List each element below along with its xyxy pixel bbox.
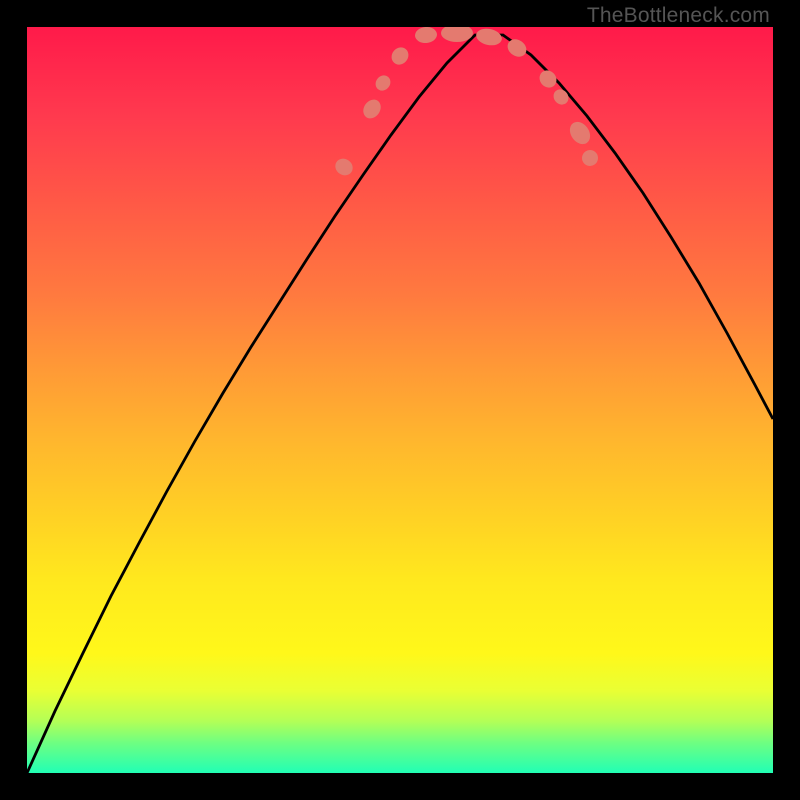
- marker: [579, 147, 601, 169]
- marker: [566, 118, 595, 148]
- marker: [536, 67, 560, 91]
- curve-markers: [332, 27, 601, 179]
- marker: [388, 44, 412, 68]
- marker: [475, 27, 504, 48]
- chart-svg: [27, 27, 773, 773]
- plot-area: [27, 27, 773, 773]
- watermark-text: TheBottleneck.com: [587, 4, 770, 28]
- marker: [360, 96, 385, 122]
- marker: [550, 86, 571, 107]
- marker: [441, 27, 473, 42]
- marker: [373, 72, 394, 93]
- curve-line: [27, 35, 773, 773]
- outer-frame: TheBottleneck.com: [0, 0, 800, 800]
- marker: [332, 155, 356, 178]
- marker: [414, 27, 437, 44]
